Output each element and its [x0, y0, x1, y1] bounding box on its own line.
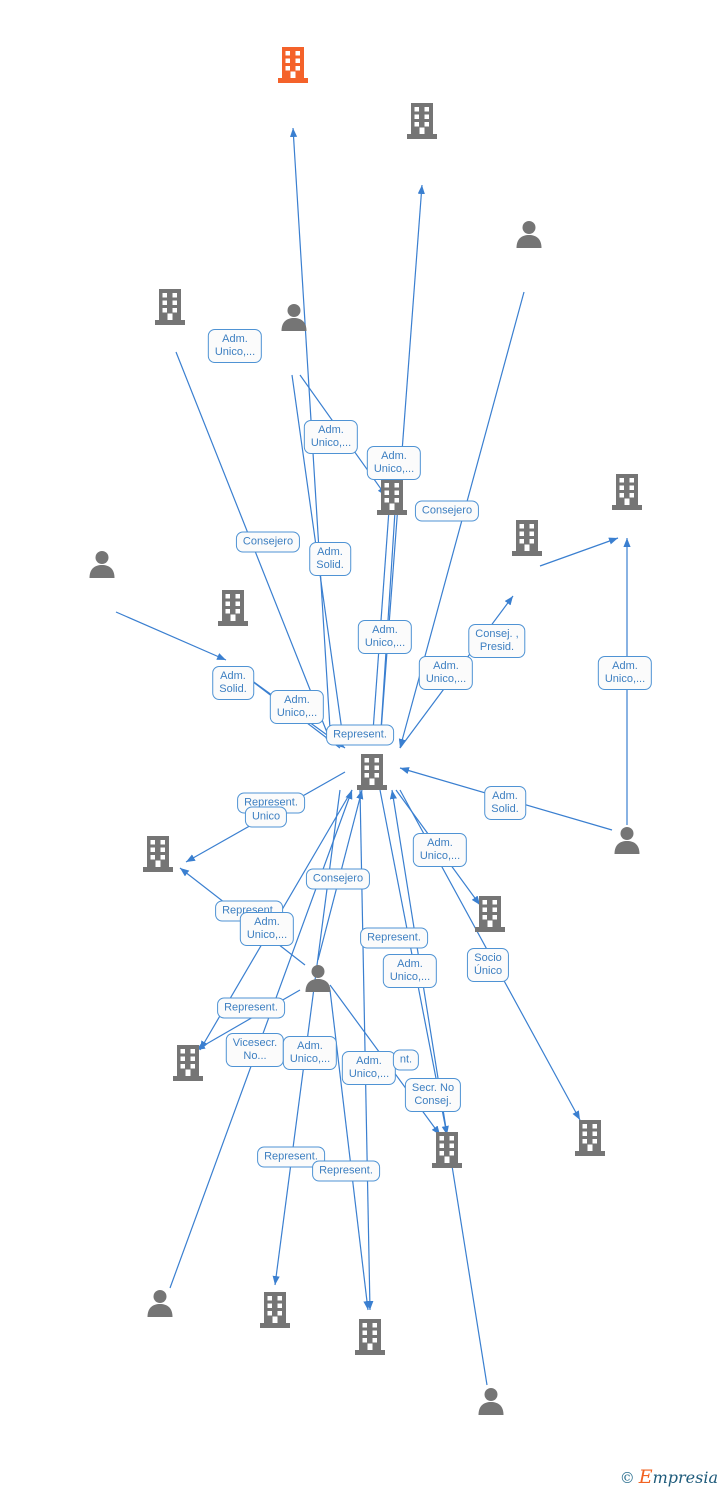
edge-label[interactable]: Adm. Unico,...: [597, 656, 653, 690]
edge-label[interactable]: Adm. Unico,...: [282, 1036, 338, 1070]
edge-label[interactable]: Represent.: [360, 927, 428, 949]
edge-label[interactable]: Consejero: [414, 500, 480, 522]
person-node[interactable]: [459, 217, 599, 249]
person-node[interactable]: [421, 1386, 561, 1418]
building-icon: [377, 1131, 517, 1169]
relationship-graph[interactable]: Adm. Unico,... Adm. Unico,... Adm. Unico,.…: [0, 0, 728, 1500]
building-icon: [163, 589, 303, 627]
edge-label[interactable]: Adm. Unico,...: [303, 420, 359, 454]
person-node[interactable]: [557, 825, 697, 857]
edge-label[interactable]: Vicesecr. No...: [225, 1033, 285, 1067]
highlighted-building-icon: [223, 46, 363, 84]
company-node[interactable]: [420, 895, 560, 935]
edge-label[interactable]: Adm. Unico,...: [366, 446, 422, 480]
edge-label[interactable]: Adm. Solid.: [484, 786, 526, 820]
edge-label[interactable]: Consejero: [305, 868, 371, 890]
edge-label[interactable]: Adm. Unico,...: [269, 690, 325, 724]
edge-label[interactable]: Adm. Solid.: [309, 542, 351, 576]
edge-label[interactable]: Consej. , Presid.: [468, 624, 526, 658]
company-node[interactable]: [163, 587, 303, 627]
company-node[interactable]: [377, 1131, 517, 1171]
edge-label[interactable]: Adm. Unico,...: [412, 833, 468, 867]
edge-label[interactable]: Consejero: [235, 531, 301, 553]
person-icon: [459, 219, 599, 249]
person-node[interactable]: [32, 547, 172, 579]
company-node[interactable]: [520, 1119, 660, 1159]
company-node[interactable]: [300, 1318, 440, 1358]
building-icon: [420, 895, 560, 933]
building-icon: [557, 473, 697, 511]
person-icon: [421, 1386, 561, 1416]
edge-label[interactable]: Secr. No Consej.: [404, 1078, 462, 1112]
edge-layer: [115, 127, 631, 1386]
edge-label[interactable]: Adm. Unico,...: [382, 954, 438, 988]
person-icon: [557, 825, 697, 855]
brand-name: mpresia: [652, 1468, 718, 1487]
company-node[interactable]: [557, 471, 697, 511]
edge-label[interactable]: Adm. Unico,...: [357, 620, 413, 654]
building-icon: [352, 102, 492, 140]
building-icon: [302, 753, 442, 791]
company-node[interactable]: [88, 835, 228, 875]
edge-label[interactable]: Represent.: [312, 1160, 380, 1182]
relationship-edge: [329, 989, 371, 1311]
brand-initial: E: [638, 1466, 653, 1488]
company-node[interactable]: [223, 44, 363, 84]
edge-label[interactable]: Socio Único: [466, 948, 510, 982]
building-icon: [88, 835, 228, 873]
edge-label[interactable]: Represent.: [326, 724, 394, 746]
person-node[interactable]: [248, 963, 388, 995]
edge-label[interactable]: nt.: [392, 1049, 420, 1071]
edge-label[interactable]: Adm. Unico,...: [207, 329, 263, 363]
company-node[interactable]: [100, 286, 240, 326]
edge-label[interactable]: Represent.: [217, 997, 285, 1019]
copyright-symbol: ©: [619, 1469, 635, 1487]
building-icon: [300, 1318, 440, 1356]
edge-label[interactable]: Adm. Unico,...: [418, 656, 474, 690]
edge-label[interactable]: Adm. Unico,...: [239, 912, 295, 946]
person-icon: [248, 963, 388, 993]
person-icon: [224, 302, 364, 332]
building-icon: [457, 519, 597, 557]
person-node[interactable]: [224, 300, 364, 332]
person-icon: [32, 549, 172, 579]
empresia-watermark: © Empresia: [620, 1466, 718, 1488]
building-icon: [520, 1119, 660, 1157]
company-node[interactable]: [302, 753, 442, 793]
edge-label[interactable]: Adm. Solid.: [212, 666, 254, 700]
building-icon: [100, 288, 240, 326]
edge-label[interactable]: Unico: [244, 806, 288, 828]
company-node[interactable]: [457, 517, 597, 557]
company-node[interactable]: [352, 100, 492, 140]
edge-label[interactable]: Adm. Unico,...: [341, 1051, 397, 1085]
